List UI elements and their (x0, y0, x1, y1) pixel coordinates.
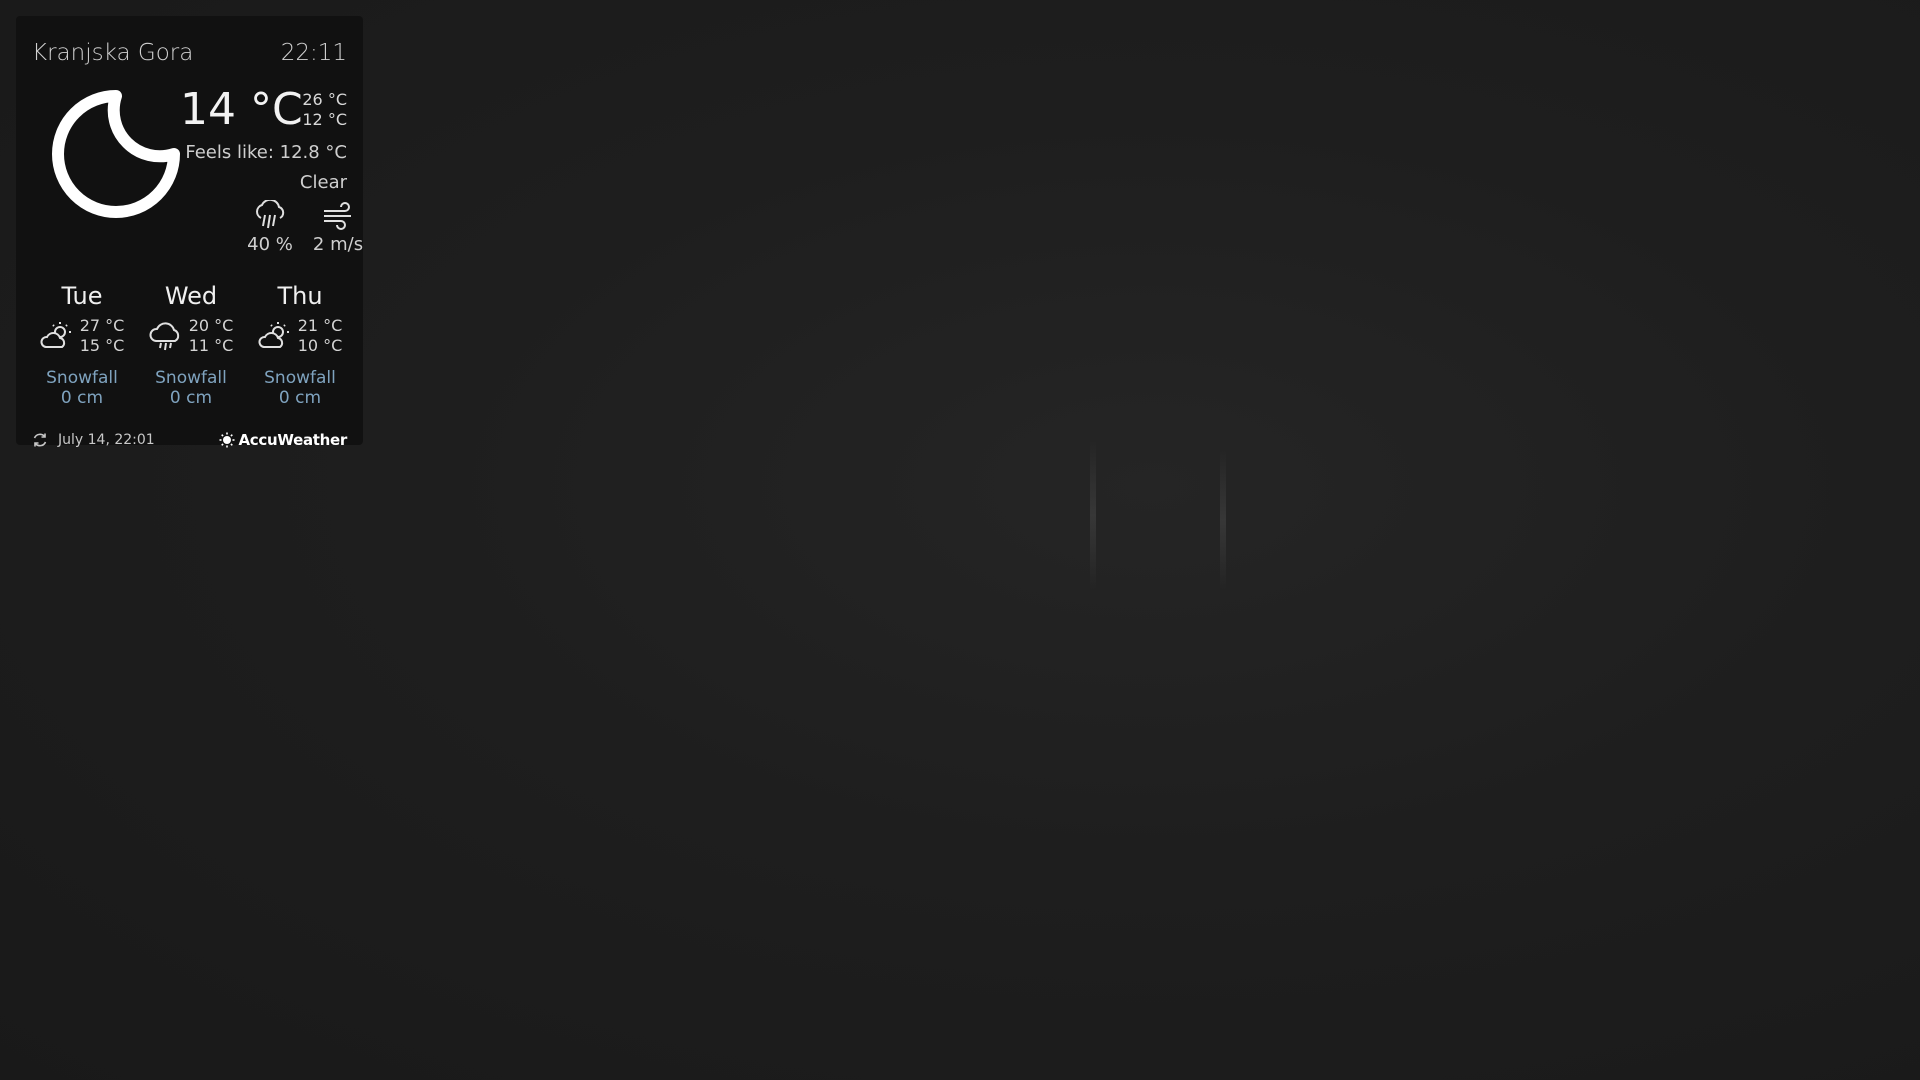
wind-metric: 2 m/s (306, 200, 370, 255)
rain-cloud-icon (149, 322, 179, 351)
forecast-high: 27 °C (79, 316, 125, 335)
background-streak (1220, 450, 1226, 590)
snowfall-value: 0 cm (278, 388, 322, 408)
forecast-day-row: 21 °C 10 °C (246, 316, 354, 356)
precipitation-value: 40 % (247, 234, 293, 255)
updated-timestamp: July 14, 22:01 (58, 432, 155, 448)
forecast-day-wed: Wed 20 °C 11 °C Snowfall 0 cm (137, 282, 245, 408)
background-streak (1090, 440, 1096, 590)
forecast-low: 10 °C (297, 336, 343, 355)
feels-like: Feels like: 12.8 °C (185, 142, 347, 163)
widget-footer: July 14, 22:01 AccuWeather (32, 431, 347, 449)
forecast-low: 11 °C (188, 336, 234, 355)
forecast-high: 21 °C (297, 316, 343, 335)
snowfall-value: 0 cm (169, 388, 213, 408)
forecast-day-row: 27 °C 15 °C (28, 316, 136, 356)
forecast-high: 20 °C (188, 316, 234, 335)
condition-text: Clear (299, 172, 347, 193)
forecast-day-row: 20 °C 11 °C (137, 316, 245, 356)
refresh-icon[interactable] (32, 432, 48, 448)
forecast-snowfall: Snowfall 0 cm (28, 368, 136, 408)
forecast-list: Tue 27 °C 15 °C Snowfall 0 cm Wed 20 °C … (28, 282, 354, 408)
current-high-low: 26 °C 12 °C (302, 90, 347, 130)
sun-logo-icon (219, 432, 234, 448)
forecast-day-thu: Thu 21 °C 10 °C Snowfall 0 cm (246, 282, 354, 408)
location-name: Kranjska Gora (32, 40, 194, 66)
snowfall-label: Snowfall (155, 368, 227, 388)
forecast-snowfall: Snowfall 0 cm (137, 368, 245, 408)
current-high: 26 °C (302, 90, 347, 109)
moon-icon (52, 90, 180, 218)
current-low: 12 °C (302, 110, 347, 129)
forecast-temps: 20 °C 11 °C (189, 316, 234, 356)
partly-cloudy-icon (40, 322, 71, 348)
accuweather-logo[interactable]: AccuWeather (219, 431, 348, 449)
rain-cloud-icon (256, 200, 285, 229)
wind-value: 2 m/s (312, 234, 364, 255)
provider-name: AccuWeather (238, 431, 348, 449)
forecast-day-name: Tue (61, 282, 103, 310)
current-time: 22:11 (280, 40, 347, 66)
snowfall-value: 0 cm (60, 388, 104, 408)
current-temperature: 14 °C (180, 84, 303, 135)
precipitation-metric: 40 % (238, 200, 302, 255)
forecast-low: 15 °C (79, 336, 125, 355)
snowfall-label: Snowfall (264, 368, 336, 388)
forecast-temps: 27 °C 15 °C (80, 316, 125, 356)
forecast-temps: 21 °C 10 °C (298, 316, 343, 356)
snowfall-label: Snowfall (46, 368, 118, 388)
weather-widget: Kranjska Gora 22:11 14 °C 26 °C 12 °C Fe… (16, 16, 363, 449)
partly-cloudy-icon (258, 322, 289, 348)
forecast-snowfall: Snowfall 0 cm (246, 368, 354, 408)
last-updated: July 14, 22:01 (32, 432, 155, 448)
wind-icon (324, 202, 351, 230)
widget-header: Kranjska Gora 22:11 (32, 40, 347, 66)
forecast-day-tue: Tue 27 °C 15 °C Snowfall 0 cm (28, 282, 136, 408)
forecast-day-name: Thu (277, 282, 323, 310)
forecast-day-name: Wed (164, 282, 218, 310)
